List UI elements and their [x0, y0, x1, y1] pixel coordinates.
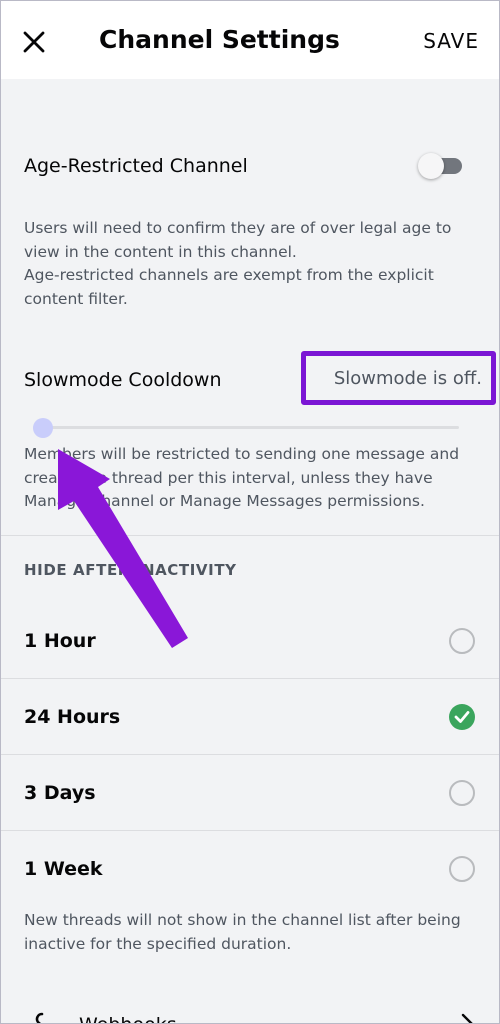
channel-settings-screen: Channel Settings SAVE Age-Restricted Cha… [0, 0, 500, 1024]
check-circle-icon[interactable] [449, 704, 475, 730]
option-label: 24 Hours [24, 706, 121, 728]
age-restricted-description-line: Users will need to confirm they are of o… [24, 219, 452, 261]
webhooks-label: Webhooks [79, 1011, 177, 1023]
toggle-knob [418, 153, 444, 179]
option-label: 3 Days [24, 782, 96, 804]
slowmode-description: Members will be restricted to sending on… [24, 445, 460, 510]
age-restricted-toggle[interactable] [418, 153, 464, 179]
divider [1, 535, 499, 536]
close-button[interactable] [13, 23, 55, 61]
slowmode-slider[interactable] [33, 416, 459, 440]
option-label: 1 Week [24, 858, 103, 880]
option-3-days[interactable]: 3 Days [1, 755, 499, 831]
age-restricted-description-line: Age-restricted channels are exempt from … [24, 266, 434, 308]
slider-track [33, 426, 459, 429]
hide-after-inactivity-description: New threads will not show in the channel… [24, 911, 461, 953]
webhooks-row[interactable]: Webhooks [1, 1001, 499, 1023]
top-bar: Channel Settings SAVE [1, 1, 499, 79]
slowmode-value: Slowmode is off. [333, 368, 482, 389]
option-24-hours[interactable]: 24 Hours [1, 679, 499, 755]
page-title: Channel Settings [99, 25, 340, 54]
chevron-right-icon [461, 1013, 473, 1023]
radio-unchecked-icon[interactable] [449, 628, 475, 654]
radio-unchecked-icon[interactable] [449, 780, 475, 806]
slider-thumb[interactable] [33, 418, 53, 438]
close-icon [23, 31, 45, 53]
save-button[interactable]: SAVE [423, 27, 479, 55]
webhook-icon [35, 1012, 44, 1023]
hide-after-inactivity-header: HIDE AFTER INACTIVITY [24, 561, 237, 579]
age-restricted-label: Age-Restricted Channel [24, 155, 248, 177]
option-label: 1 Hour [24, 630, 96, 652]
radio-unchecked-icon[interactable] [449, 856, 475, 882]
age-restricted-description: Users will need to confirm they are of o… [24, 217, 463, 311]
option-1-week[interactable]: 1 Week [1, 831, 499, 907]
option-1-hour[interactable]: 1 Hour [1, 603, 499, 679]
slowmode-label: Slowmode Cooldown [24, 369, 222, 391]
